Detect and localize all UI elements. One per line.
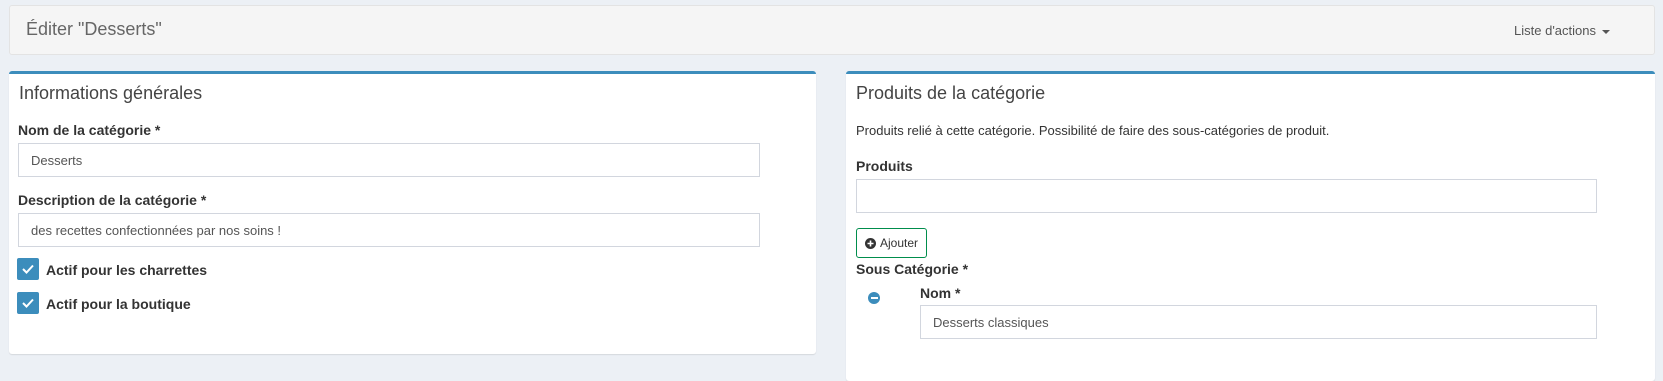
category-products-title: Produits de la catégorie xyxy=(856,83,1046,103)
add-product-label: Ajouter xyxy=(879,236,919,250)
carts-active-label: Actif pour les charrettes xyxy=(46,262,208,278)
shop-active-label: Actif pour la boutique xyxy=(46,296,191,312)
category-products-panel: Produits de la catégorie Produits relié … xyxy=(846,71,1655,381)
products-label: Produits xyxy=(856,158,913,174)
minus-circle-icon[interactable] xyxy=(868,292,880,304)
actions-dropdown-toggle[interactable]: Liste d'actions xyxy=(1514,23,1610,38)
subcategory-label: Sous Catégorie * xyxy=(856,261,969,277)
page-title: Éditer "Desserts" xyxy=(26,19,162,39)
add-product-button[interactable]: Ajouter xyxy=(856,228,927,258)
general-info-title: Informations générales xyxy=(19,83,203,103)
category-description-input[interactable] xyxy=(18,213,760,247)
subcategory-name-label: Nom * xyxy=(920,285,961,301)
products-input[interactable] xyxy=(856,179,1597,213)
category-description-label: Description de la catégorie * xyxy=(18,192,207,208)
category-name-input[interactable] xyxy=(18,143,760,177)
page-header: Éditer "Desserts" Liste d'actions xyxy=(9,5,1655,55)
subcategory-name-input[interactable] xyxy=(920,305,1597,339)
category-name-label: Nom de la catégorie * xyxy=(18,122,161,138)
caret-down-icon xyxy=(1602,29,1610,34)
shop-active-checkbox[interactable] xyxy=(17,292,39,314)
products-description: Produits relié à cette catégorie. Possib… xyxy=(856,123,1330,138)
carts-active-checkbox[interactable] xyxy=(17,258,39,280)
actions-dropdown-label: Liste d'actions xyxy=(1514,23,1596,38)
plus-circle-icon xyxy=(864,237,876,249)
check-icon xyxy=(22,298,34,308)
check-icon xyxy=(22,264,34,274)
general-info-panel: Informations générales Nom de la catégor… xyxy=(9,71,816,354)
